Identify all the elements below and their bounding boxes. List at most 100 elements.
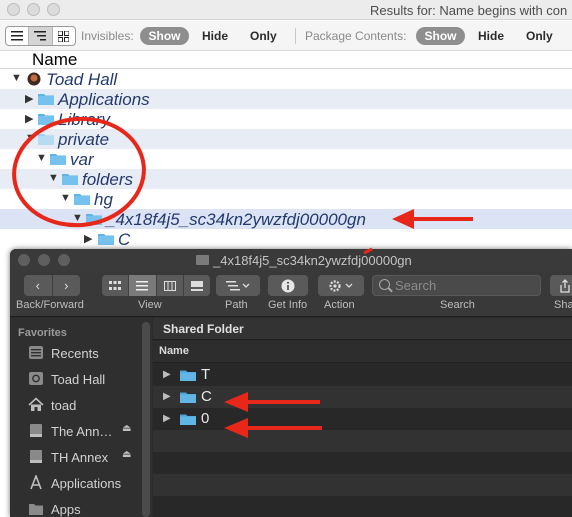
sidebar-item-th-annex[interactable]: TH Annex ⏏	[10, 445, 142, 469]
outline-row-folders[interactable]: ▼ folders	[0, 169, 572, 189]
results-outline: ▼ Toad Hall ▶ Applications ▶ Library ▼ p…	[0, 69, 572, 249]
close-window-button[interactable]	[7, 3, 20, 16]
sidebar-item-label: Toad Hall	[51, 372, 106, 387]
drive-icon	[30, 424, 42, 437]
outline-row-name: Applications	[58, 90, 150, 109]
view-mode-control[interactable]	[102, 275, 210, 296]
finder-window-title: _4x18f4j5_sc34kn2ywzfdj00000gn	[213, 253, 412, 268]
toolbar-divider	[295, 28, 296, 44]
home-icon	[28, 397, 44, 411]
finder-sidebar: Favorites Recents Toad Hall toad The Ann…	[10, 318, 152, 517]
file-row-c[interactable]: ▶ C	[153, 386, 572, 408]
folder-icon	[180, 414, 196, 425]
sidebar-item-applications[interactable]: Applications	[10, 471, 142, 495]
outline-view-icon[interactable]	[29, 27, 53, 45]
outline-row-hg[interactable]: ▼ hg	[0, 189, 572, 209]
disclosure-triangle-expanded-icon[interactable]: ▼	[72, 212, 83, 224]
finder-toolbar: ‹ › Back/Forward View Path Get Info Acti…	[10, 271, 572, 317]
outline-row-private[interactable]: ▼ private	[0, 129, 572, 149]
disclosure-triangle-expanded-icon[interactable]: ▼	[60, 192, 71, 204]
outline-row-name: private	[58, 130, 110, 149]
sidebar-item-label: The Ann…	[51, 424, 113, 439]
path-menu-icon	[226, 280, 250, 290]
finder-window: _4x18f4j5_sc34kn2ywzfdj00000gn ‹ › Back/…	[10, 249, 572, 517]
empty-row	[153, 452, 572, 474]
gallery-view-icon[interactable]	[184, 275, 210, 296]
outline-row-name: hg	[94, 190, 113, 209]
title-folder-icon	[196, 255, 209, 265]
sidebar-item-label: toad	[51, 398, 77, 413]
outline-row-library[interactable]: ▶ Library	[0, 109, 572, 129]
minimize-window-button[interactable]	[38, 254, 50, 266]
disclosure-triangle-collapsed-icon[interactable]: ▶	[84, 232, 92, 245]
outline-row-name: Toad Hall	[46, 70, 118, 89]
favorites-heading: Favorites	[18, 327, 67, 339]
file-row-t[interactable]: ▶ T	[153, 364, 572, 386]
invisibles-only-button[interactable]: Only	[250, 29, 277, 43]
list-view-icon[interactable]	[129, 275, 157, 296]
outline-row-toad-hall[interactable]: ▼ Toad Hall	[0, 69, 572, 89]
folder-icon	[38, 92, 54, 105]
minimize-window-button[interactable]	[27, 3, 40, 16]
folder-icon	[50, 152, 66, 165]
folder-icon	[98, 232, 114, 245]
zoom-window-button[interactable]	[58, 254, 70, 266]
back-forward-label: Back/Forward	[16, 299, 84, 311]
folder-icon	[180, 392, 196, 403]
outline-row-temp-folder[interactable]: ▼ _4x18f4j5_sc34kn2ywzfdj00000gn	[0, 209, 572, 229]
disclosure-triangle-collapsed-icon[interactable]: ▶	[163, 391, 171, 402]
sidebar-scrollbar[interactable]	[142, 322, 150, 517]
view-mode-segmented-control[interactable]	[5, 26, 76, 46]
sidebar-item-label: TH Annex	[51, 450, 109, 465]
icon-view-icon[interactable]	[102, 275, 130, 296]
action-label: Action	[324, 299, 355, 311]
disclosure-triangle-expanded-icon[interactable]: ▼	[25, 132, 36, 144]
name-column-label: Name	[32, 50, 78, 69]
invisibles-hide-button[interactable]: Hide	[202, 29, 228, 43]
search-icon	[379, 279, 390, 290]
disclosure-triangle-collapsed-icon[interactable]: ▶	[25, 112, 33, 125]
column-view-icon[interactable]	[157, 275, 184, 296]
file-list-column-header[interactable]: Name	[153, 341, 572, 363]
outline-row-var[interactable]: ▼ var	[0, 149, 572, 169]
close-window-button[interactable]	[18, 254, 30, 266]
list-view-icon[interactable]	[6, 27, 30, 45]
disclosure-triangle-collapsed-icon[interactable]: ▶	[25, 92, 33, 105]
path-popup-button[interactable]	[216, 275, 260, 296]
results-title-bar: Results for: Name begins with con	[0, 0, 572, 20]
disclosure-triangle-collapsed-icon[interactable]: ▶	[163, 369, 171, 380]
sidebar-item-recents[interactable]: Recents	[10, 341, 142, 365]
eject-icon[interactable]: ⏏	[122, 423, 131, 434]
results-column-header[interactable]: Name	[0, 50, 572, 69]
disclosure-triangle-expanded-icon[interactable]: ▼	[11, 72, 22, 84]
share-button[interactable]	[550, 275, 572, 296]
outline-row-c[interactable]: ▶ C	[0, 229, 572, 249]
icon-view-icon[interactable]	[53, 27, 75, 45]
back-forward-control[interactable]: ‹ ›	[24, 275, 80, 296]
package-hide-button[interactable]: Hide	[478, 29, 504, 43]
chevron-left-icon[interactable]: ‹	[24, 275, 53, 296]
action-popup-button[interactable]	[318, 275, 364, 296]
package-show-button[interactable]: Show	[416, 27, 465, 45]
package-only-button[interactable]: Only	[526, 29, 553, 43]
get-info-button[interactable]	[268, 275, 308, 296]
info-icon	[281, 279, 295, 292]
disk-icon	[29, 372, 43, 385]
eject-icon[interactable]: ⏏	[122, 449, 131, 460]
empty-row	[153, 474, 572, 496]
share-icon	[560, 278, 570, 293]
outline-row-applications[interactable]: ▶ Applications	[0, 89, 572, 109]
folder-icon	[29, 504, 43, 515]
disclosure-triangle-expanded-icon[interactable]: ▼	[48, 172, 59, 184]
invisibles-show-button[interactable]: Show	[140, 27, 189, 45]
sidebar-item-the-annex[interactable]: The Ann… ⏏	[10, 419, 142, 443]
sidebar-item-toad-hall[interactable]: Toad Hall	[10, 367, 142, 391]
sidebar-item-toad[interactable]: toad	[10, 393, 142, 417]
sidebar-item-apps[interactable]: Apps	[10, 497, 142, 517]
disclosure-triangle-expanded-icon[interactable]: ▼	[36, 152, 47, 164]
file-row-0[interactable]: ▶ 0	[153, 408, 572, 430]
chevron-right-icon[interactable]: ›	[53, 275, 81, 296]
zoom-window-button[interactable]	[47, 3, 60, 16]
search-field[interactable]: Search	[372, 275, 541, 296]
disclosure-triangle-collapsed-icon[interactable]: ▶	[163, 413, 171, 424]
